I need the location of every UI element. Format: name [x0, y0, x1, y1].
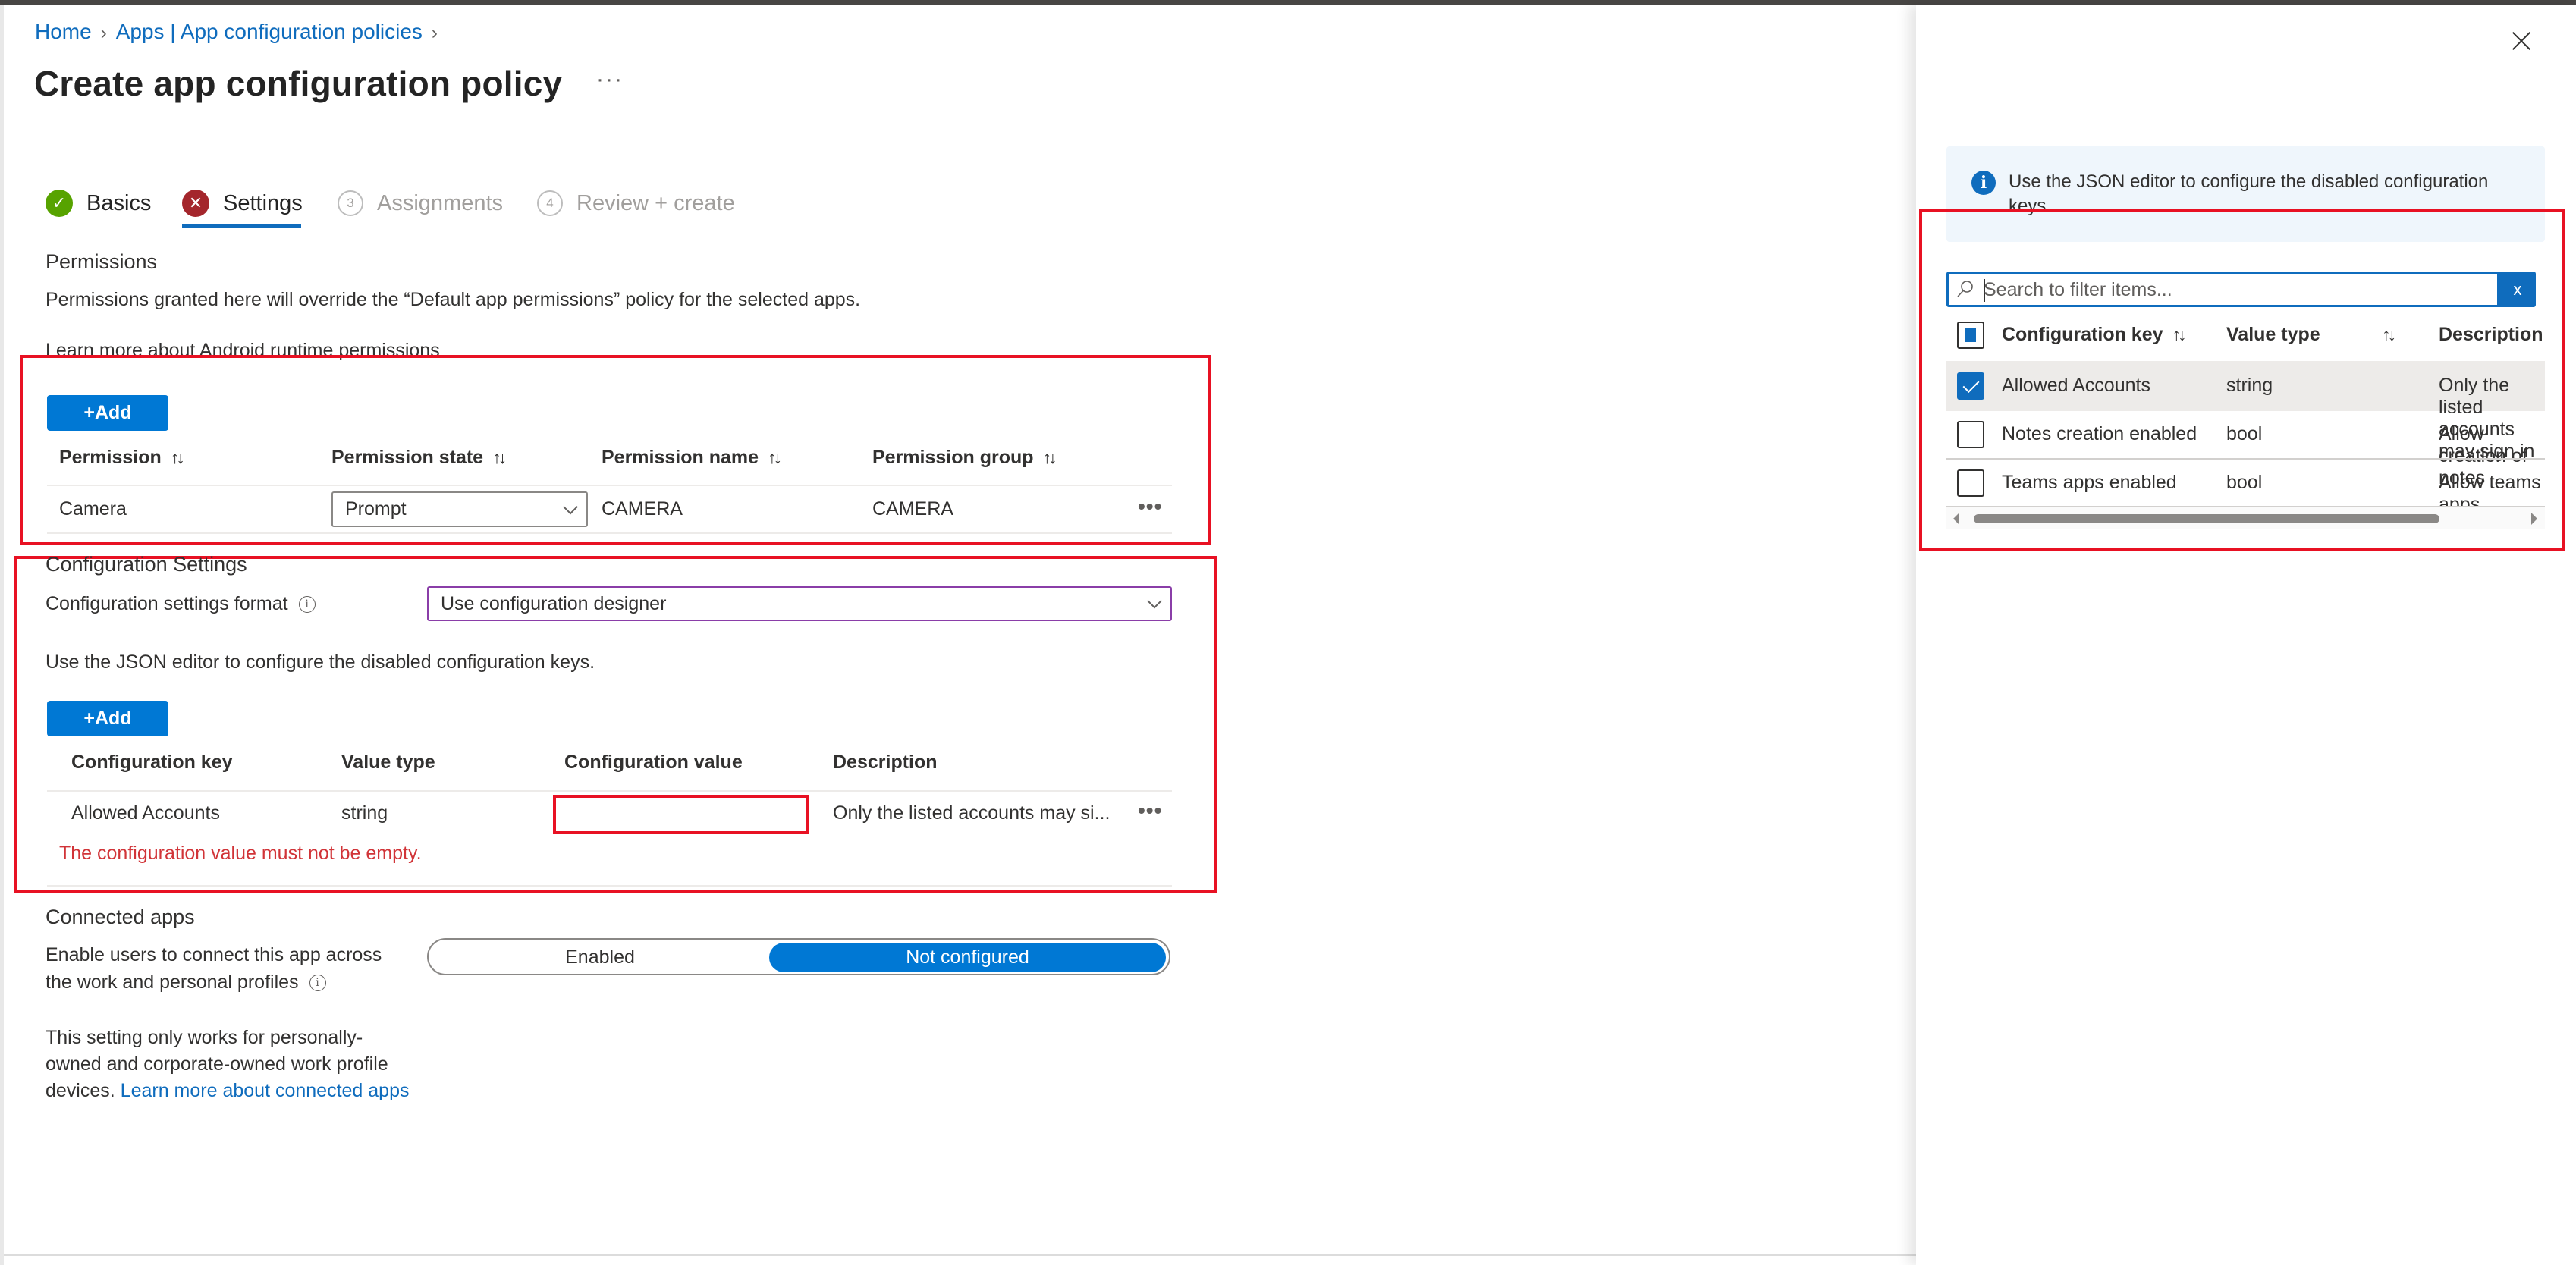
- connected-apps-note-line3: devices. Learn more about connected apps: [46, 1080, 410, 1101]
- row-checkbox[interactable]: [1957, 372, 1984, 400]
- chevron-down-icon: [563, 499, 578, 514]
- column-header-configuration-key: Configuration key: [71, 752, 233, 773]
- breadcrumb-app-config-policies[interactable]: Apps | App configuration policies: [116, 20, 423, 43]
- info-icon[interactable]: i: [309, 975, 326, 992]
- tab-review-create[interactable]: 4 Review + create: [537, 187, 735, 220]
- dropdown-value: Use configuration designer: [441, 592, 667, 614]
- description-cell: Only the listed accounts may si...: [833, 802, 1111, 824]
- error-circle-icon: ✕: [182, 190, 209, 217]
- add-permission-button[interactable]: +Add: [47, 395, 168, 431]
- permissions-heading: Permissions: [46, 250, 158, 273]
- breadcrumb-separator: ›: [100, 23, 107, 43]
- panel-column-header-value-type[interactable]: Value type: [2226, 324, 2320, 346]
- panel-key-cell: Teams apps enabled: [2002, 472, 2177, 493]
- step-number-icon: 3: [338, 190, 363, 216]
- panel-column-header-description[interactable]: Description: [2439, 324, 2545, 346]
- panel-key-cell: Allowed Accounts: [2002, 375, 2150, 396]
- scroll-left-icon[interactable]: [1953, 513, 1959, 525]
- connected-apps-note-line1: This setting only works for personally-: [46, 1027, 363, 1048]
- step-number-icon: 4: [537, 190, 563, 216]
- connected-apps-label-line1: Enable users to connect this app across: [46, 944, 382, 965]
- permission-name-cell: CAMERA: [602, 498, 683, 519]
- row-more-button[interactable]: •••: [1138, 799, 1162, 823]
- connected-apps-note-line2: owned and corporate-owned work profile: [46, 1053, 388, 1075]
- breadcrumb: Home › Apps | App configuration policies ›: [35, 18, 447, 47]
- config-format-dropdown[interactable]: Use configuration designer: [427, 586, 1172, 621]
- search-input[interactable]: [1984, 277, 2484, 303]
- column-header-configuration-value: Configuration value: [564, 752, 743, 773]
- sort-icon: ↑↓: [1042, 447, 1057, 467]
- table-divider: [47, 885, 1172, 887]
- table-divider: [47, 485, 1172, 486]
- column-header-description: Description: [833, 752, 938, 773]
- connected-apps-label-line2: the work and personal profiles i: [46, 972, 326, 993]
- panel-type-cell: string: [2226, 375, 2273, 396]
- json-editor-note: Use the JSON editor to configure the dis…: [46, 651, 595, 673]
- dropdown-value: Prompt: [345, 498, 407, 519]
- column-header-permission[interactable]: Permission ↑↓: [59, 447, 185, 469]
- close-icon[interactable]: [2511, 30, 2532, 52]
- table-divider: [47, 790, 1172, 792]
- configuration-heading: Configuration Settings: [46, 553, 247, 576]
- footer-divider: [4, 1254, 1916, 1256]
- select-all-checkbox[interactable]: [1957, 322, 1984, 349]
- page-title: Create app configuration policy: [34, 64, 563, 103]
- left-edge-strip: [0, 5, 4, 1265]
- scroll-right-icon[interactable]: [2531, 513, 2537, 525]
- sort-icon: ↑↓: [2382, 325, 2396, 344]
- column-header-permission-name[interactable]: Permission name ↑↓: [602, 447, 782, 469]
- horizontal-scrollbar[interactable]: [1946, 507, 2545, 529]
- option-enabled[interactable]: Enabled: [432, 943, 768, 972]
- info-icon[interactable]: i: [298, 596, 316, 614]
- active-tab-indicator: [182, 224, 301, 228]
- column-header-permission-state[interactable]: Permission state ↑↓: [331, 447, 507, 469]
- connected-apps-toggle: Enabled Not configured: [427, 938, 1170, 975]
- sort-icon: ↑↓: [170, 447, 185, 467]
- tab-label: Assignments: [377, 190, 504, 215]
- connected-apps-learn-more-link[interactable]: Learn more about connected apps: [121, 1080, 410, 1101]
- config-format-label: Configuration settings format i: [46, 593, 316, 615]
- panel-key-cell: Notes creation enabled: [2002, 423, 2197, 444]
- tab-label: Basics: [86, 190, 152, 215]
- permissions-description: Permissions granted here will override t…: [46, 289, 861, 310]
- value-type-cell: string: [341, 802, 388, 824]
- panel-column-header-configuration-key[interactable]: Configuration key ↑↓: [2002, 324, 2187, 346]
- more-options-button[interactable]: ···: [596, 67, 624, 93]
- info-icon: i: [1971, 171, 1996, 195]
- connected-apps-heading: Connected apps: [46, 906, 195, 928]
- tab-label: Settings: [223, 190, 303, 215]
- sort-icon: ↑↓: [2172, 325, 2187, 344]
- scrollbar-thumb[interactable]: [1974, 514, 2439, 523]
- configuration-key-cell: Allowed Accounts: [71, 802, 220, 824]
- panel-type-cell: bool: [2226, 423, 2263, 444]
- table-divider: [47, 532, 1172, 534]
- breadcrumb-home[interactable]: Home: [35, 20, 92, 43]
- permission-group-cell: CAMERA: [872, 498, 953, 519]
- panel-type-cell: bool: [2226, 472, 2263, 493]
- tab-basics[interactable]: ✓ Basics: [46, 187, 151, 220]
- tab-label: Review + create: [576, 190, 735, 215]
- check-circle-icon: ✓: [46, 190, 73, 217]
- search-box: [1946, 272, 2499, 307]
- chevron-down-icon: [1147, 593, 1162, 609]
- column-header-permission-group[interactable]: Permission group ↑↓: [872, 447, 1057, 469]
- tab-assignments[interactable]: 3 Assignments: [338, 187, 503, 220]
- column-header-value-type: Value type: [341, 752, 435, 773]
- sort-icon: ↑↓: [492, 447, 507, 467]
- row-more-button[interactable]: •••: [1138, 494, 1162, 519]
- search-icon: [1957, 281, 1973, 297]
- sort-icon: ↑↓: [768, 447, 782, 467]
- tab-settings[interactable]: ✕ Settings: [182, 187, 303, 220]
- option-not-configured[interactable]: Not configured: [769, 943, 1166, 972]
- validation-error-message: The configuration value must not be empt…: [59, 843, 422, 864]
- permission-cell: Camera: [59, 498, 127, 519]
- breadcrumb-separator: ›: [431, 23, 438, 43]
- row-checkbox[interactable]: [1957, 421, 1984, 448]
- panel-sort-icon[interactable]: ↑↓: [2382, 324, 2396, 346]
- add-configuration-button[interactable]: +Add: [47, 701, 168, 736]
- row-checkbox[interactable]: [1957, 469, 1984, 497]
- permission-state-dropdown[interactable]: Prompt: [331, 491, 588, 527]
- configuration-value-input[interactable]: [553, 795, 809, 834]
- clear-search-button[interactable]: x: [2499, 272, 2536, 307]
